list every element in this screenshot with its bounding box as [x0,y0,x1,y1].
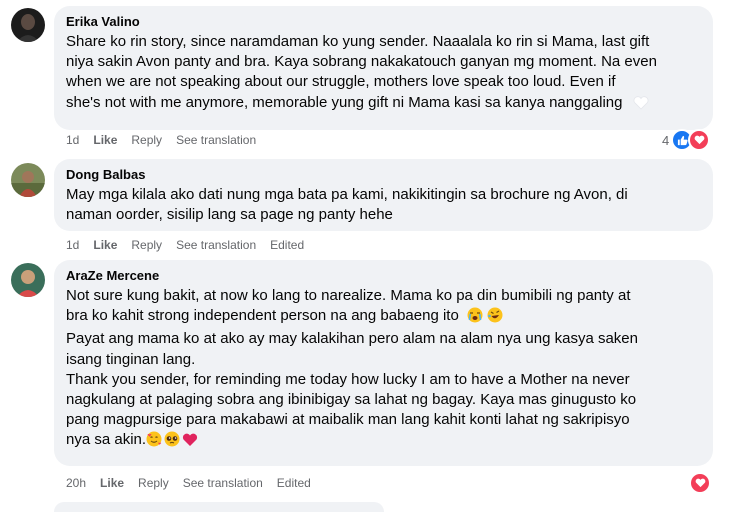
like-button[interactable]: Like [100,476,124,490]
see-translation-link[interactable]: See translation [183,476,263,490]
crying-face-emoji [467,307,483,329]
comment-line: isang tinginan lang. [66,350,196,368]
comment-line: she's not with me anymore, memorable yun… [66,93,623,111]
comment-author[interactable]: Dong Balbas [66,167,701,183]
love-reaction-icon [688,129,711,151]
comment-bubble: Dong Balbas May mga kilala ako dati nung… [54,159,713,231]
love-reaction-icon [689,472,711,494]
avatar[interactable] [11,8,45,42]
reaction-summary[interactable] [689,472,711,494]
red-heart-emoji [182,433,198,453]
comment-time[interactable]: 1d [66,133,79,147]
comment-line: Payat ang mama ko at ako ay may kalakiha… [66,330,638,348]
see-translation-link[interactable]: See translation [176,133,256,147]
white-heart-emoji [633,95,649,116]
comment-bubble: Erika Valino Share ko rin story, since n… [54,6,713,130]
comment-line: naman oorder, sisilip lang sa page ng pa… [66,206,393,224]
comment-line: niya sakin Avon panty and bra. Kaya sobr… [66,53,657,71]
comment-line: nagkulang at palaging sobra ang ibinibig… [66,391,637,409]
comment-author[interactable]: Erika Valino [66,14,701,30]
like-button[interactable]: Like [93,238,117,252]
comment-time[interactable]: 20h [66,476,86,490]
comment-line: Thank you sender, for reminding me today… [66,370,630,388]
see-translation-link[interactable]: See translation [176,238,256,252]
avatar[interactable] [11,263,45,297]
reaction-summary[interactable]: 4 [662,129,711,151]
rolling-laughing-emoji [487,307,503,329]
avatar[interactable] [11,163,45,197]
like-button[interactable]: Like [93,133,117,147]
comment-actions: 1d Like Reply See translation [66,132,270,148]
comment-text: May mga kilala ako dati nung mga bata pa… [66,185,701,225]
reply-button[interactable]: Reply [131,133,162,147]
smiling-face-with-hearts-emoji [146,431,162,453]
comment-bubble: AraZe Mercene Not sure kung bakit, at no… [54,260,713,466]
comment-line: bra ko kahit strong independent person n… [66,307,459,325]
comment-author[interactable]: AraZe Mercene [66,268,701,284]
edited-label[interactable]: Edited [277,476,311,490]
comment-actions: 1d Like Reply See translation Edited [66,237,318,253]
comment-line: when we are not speaking about our strug… [66,73,616,91]
pleading-face-emoji [164,431,180,453]
next-comment-bubble [54,502,384,512]
comment-text: Not sure kung bakit, at now ko lang to n… [66,286,701,454]
reaction-count: 4 [662,132,670,148]
comment-time[interactable]: 1d [66,238,79,252]
comment-line: Not sure kung bakit, at now ko lang to n… [66,287,631,304]
comment-text: Share ko rin story, since naramdaman ko … [66,32,701,116]
comment-line: nya sa akin. [66,431,147,449]
comment-actions: 20h Like Reply See translation Edited [66,475,325,491]
reply-button[interactable]: Reply [138,476,169,490]
comment-line: pang magpursige para makabawi at maibali… [66,411,630,429]
comment-line: May mga kilala ako dati nung mga bata pa… [66,186,628,203]
reply-button[interactable]: Reply [131,238,162,252]
comment-line: Share ko rin story, since naramdaman ko … [66,33,650,50]
edited-label[interactable]: Edited [270,238,304,252]
